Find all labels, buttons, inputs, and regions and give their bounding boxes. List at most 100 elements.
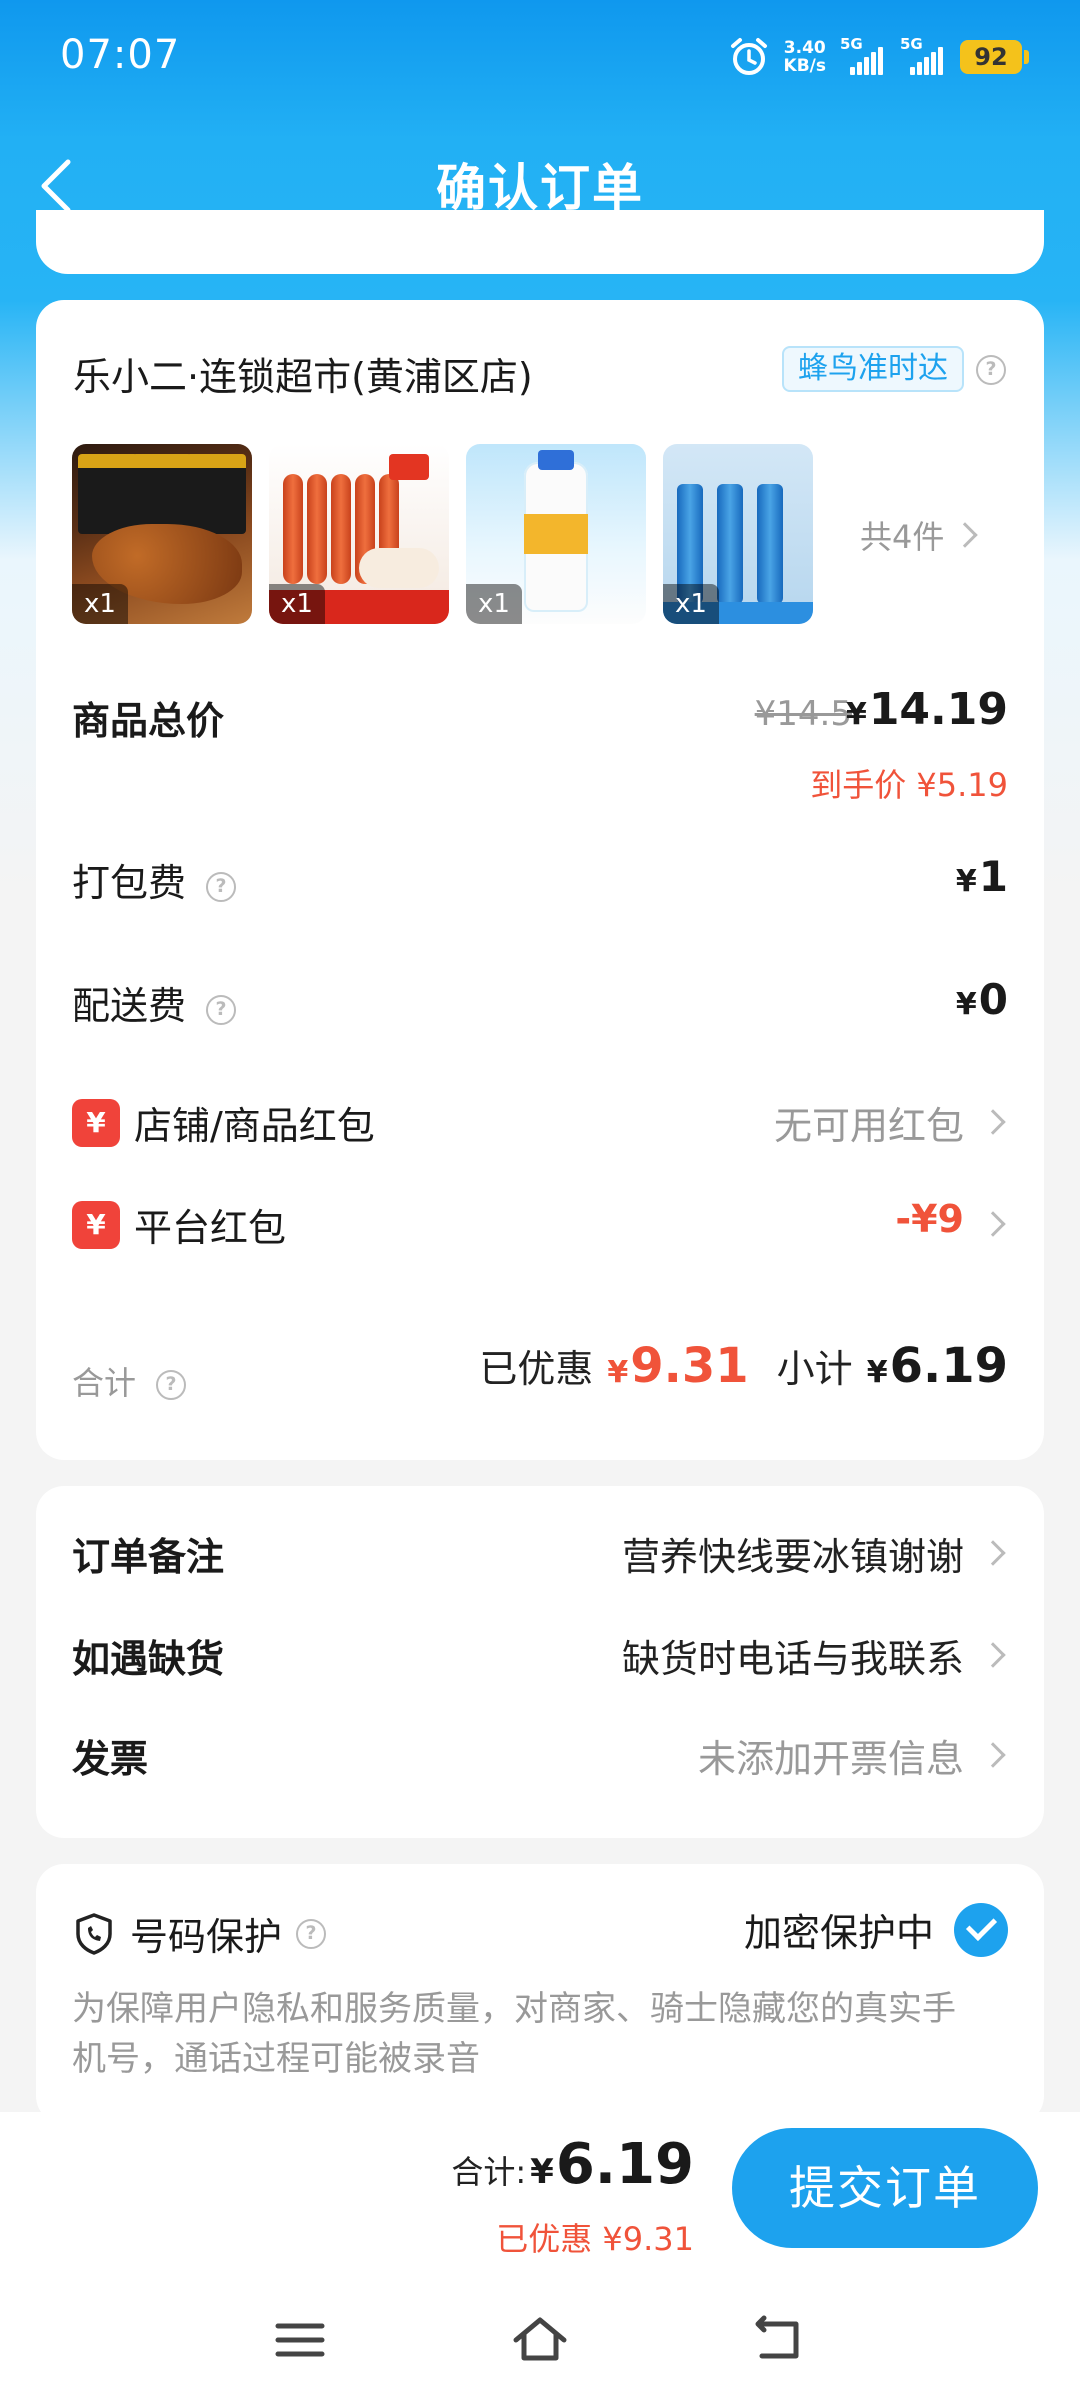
invoice-row[interactable]: 发票 未添加开票信息 [72, 1728, 1008, 1784]
sausage-shape [307, 474, 327, 584]
order-summary-card: 乐小二·连锁超市(黄浦区店) 蜂鸟准时达 ? x1 x1 x1 x1 共4件 商… [36, 300, 1044, 1460]
product-package-shape [186, 454, 246, 534]
out-of-stock-value: 缺货时电话与我联系 [621, 1637, 964, 1681]
delivery-badge: 蜂鸟准时达 [782, 346, 964, 392]
help-icon[interactable]: ? [296, 1918, 327, 1949]
sausage-shape [283, 474, 303, 584]
product-quantity: x1 [466, 584, 522, 624]
chevron-right-icon [980, 1211, 1006, 1237]
packing-fee-amount: 1 [978, 852, 1008, 901]
system-navigation-bar [0, 2292, 1080, 2388]
alarm-clock-icon [730, 38, 767, 75]
platform-red-packet-row[interactable]: ¥ 平台红包 -¥9 [72, 1197, 1008, 1253]
menu-icon[interactable] [270, 2312, 330, 2368]
bottom-discount: 已优惠 ¥9.31 [496, 2220, 694, 2258]
number-protection-header: 号码保护 ? [72, 1906, 327, 1961]
product-thumbnail[interactable]: x1 [663, 444, 813, 624]
order-remark-value: 营养快线要冰镇谢谢 [621, 1535, 964, 1579]
product-food-shape [359, 548, 439, 588]
product-quantity: x1 [72, 584, 128, 624]
back-icon[interactable] [750, 2312, 810, 2368]
home-icon[interactable] [510, 2312, 570, 2368]
bottom-total-label: 合计: [451, 2153, 527, 2191]
help-icon[interactable]: ? [156, 1370, 187, 1400]
order-remark-label: 订单备注 [72, 1535, 225, 1579]
packing-fee-label: 打包费 [72, 861, 187, 905]
network-speed: 3.40 KB/s [784, 39, 826, 75]
out-of-stock-label: 如遇缺货 [72, 1637, 225, 1681]
currency-symbol: ¥ [530, 2152, 554, 2192]
spray-bottle-shape [717, 484, 743, 604]
submit-order-button[interactable]: 提交订单 [732, 2128, 1038, 2248]
help-icon[interactable]: ? [206, 995, 237, 1025]
bottle-cap-shape [538, 450, 574, 470]
subtotal-amount: 6.19 [889, 1338, 1008, 1394]
store-red-packet-row[interactable]: ¥ 店铺/商品红包 无可用红包 [72, 1095, 1008, 1151]
store-red-packet-value: 无可用红包 [773, 1104, 964, 1148]
product-quantity: x1 [269, 584, 325, 624]
number-protection-card: 号码保护 ? 加密保护中 为保障用户隐私和服务质量，对商家、骑士隐藏您的真实手机… [36, 1864, 1044, 2124]
currency-symbol: ¥ [955, 864, 977, 899]
product-package-shape [78, 454, 138, 534]
original-price: ¥14.5 [754, 694, 852, 734]
currency-symbol: ¥ [845, 697, 867, 732]
order-remark-row[interactable]: 订单备注 营养快线要冰镇谢谢 [72, 1526, 1008, 1582]
product-thumbnails[interactable]: x1 x1 x1 x1 [72, 444, 813, 624]
status-time: 07:07 [60, 32, 181, 78]
chevron-right-icon [980, 1742, 1006, 1768]
goods-total-label: 商品总价 [72, 699, 225, 743]
platform-red-packet-label: 平台红包 [134, 1206, 287, 1250]
order-options-card: 订单备注 营养快线要冰镇谢谢 如遇缺货 缺货时电话与我联系 发票 未添加开票信息 [36, 1486, 1044, 1838]
bottle-label-shape [524, 514, 588, 554]
product-thumbnail[interactable]: x1 [269, 444, 449, 624]
bottom-action-bar: 合计: ¥ 6.19 已优惠 ¥9.31 提交订单 [0, 2112, 1080, 2388]
store-red-packet-label: 店铺/商品红包 [134, 1104, 375, 1148]
number-protection-title: 号码保护 [130, 1915, 283, 1959]
brand-logo-shape [389, 454, 429, 480]
product-thumbnail[interactable]: x1 [466, 444, 646, 624]
discounted-amount: 9.31 [630, 1338, 749, 1394]
currency-symbol: ¥ [866, 1355, 888, 1390]
out-of-stock-row[interactable]: 如遇缺货 缺货时电话与我联系 [72, 1628, 1008, 1684]
red-packet-icon: ¥ [72, 1201, 120, 1249]
shield-phone-icon [76, 1912, 112, 1955]
number-protection-toggle[interactable]: 加密保护中 [744, 1902, 1008, 1957]
product-package-shape [132, 454, 192, 534]
product-quantity: x1 [663, 584, 719, 624]
bottom-total-value: 6.19 [555, 2132, 694, 2197]
current-price-value: 14.19 [868, 684, 1008, 735]
current-price: ¥14.19 [846, 684, 1008, 735]
chevron-right-icon [980, 1109, 1006, 1135]
checkmark-icon[interactable] [954, 1902, 1008, 1957]
summary-row: 合计? 已优惠 ¥9.31 小计 ¥6.19 [72, 1338, 1008, 1404]
items-count-link[interactable]: 共4件 [860, 512, 979, 558]
delivery-fee-row: 配送费? ¥0 [72, 975, 1008, 1030]
battery-icon: 92 [960, 40, 1029, 74]
delivery-fee-label: 配送费 [72, 984, 187, 1028]
discounted-label: 已优惠 [479, 1347, 594, 1391]
summary-values: 已优惠 ¥9.31 小计 ¥6.19 [479, 1338, 1008, 1394]
spray-bottle-shape [757, 484, 783, 604]
product-thumbnail[interactable]: x1 [72, 444, 252, 624]
signal-type: 5G [900, 35, 923, 53]
invoice-value: 未添加开票信息 [697, 1737, 964, 1781]
status-bar: 07:07 3.40 KB/s 5G 5G 92 [0, 0, 1080, 120]
delivery-fee-amount: 0 [978, 975, 1008, 1024]
platform-red-packet-value: -¥9 [895, 1197, 964, 1241]
currency-symbol: ¥ [607, 1355, 629, 1390]
chevron-right-icon [980, 1540, 1006, 1566]
red-packet-icon: ¥ [72, 1099, 120, 1147]
help-icon[interactable]: ? [206, 872, 237, 902]
network-speed-unit: KB/s [783, 56, 826, 76]
subtotal-label: 小计 [776, 1347, 853, 1391]
delivery-fee-value: ¥0 [956, 975, 1008, 1024]
currency-symbol: ¥ [955, 987, 977, 1022]
help-icon[interactable]: ? [976, 355, 1006, 385]
goods-total-row: 商品总价 ¥14.5 ¥14.19 到手价 ¥5.19 [72, 684, 1008, 804]
sausage-shape [331, 474, 351, 584]
status-icons: 3.40 KB/s 5G 5G 92 [728, 34, 1029, 80]
discounted-value: ¥9.31 [607, 1338, 748, 1394]
signal-icon: 5G [900, 35, 946, 75]
bottom-total: 合计: ¥ 6.19 [451, 2132, 694, 2197]
number-protection-description: 为保障用户隐私和服务质量，对商家、骑士隐藏您的真实手机号，通话过程可能被录音 [72, 1989, 956, 2079]
